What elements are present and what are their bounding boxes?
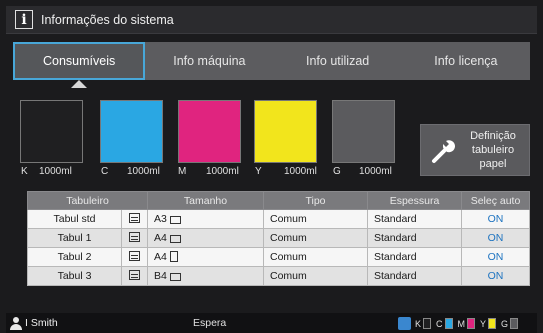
tab-label: Info licença: [434, 54, 498, 68]
auto-select-value: ON: [461, 266, 530, 286]
tray-label-line: Definição: [470, 130, 516, 142]
landscape-icon: [169, 273, 181, 281]
paper-type: Comum: [263, 228, 368, 248]
ink-letter-m: M: [178, 166, 187, 177]
table-header-row: Tabuleiro Tamanho Tipo Espessura Seleç a…: [27, 191, 530, 210]
mini-ink-bar: [488, 317, 497, 329]
auto-select-value: ON: [461, 247, 530, 267]
ink-letter-c: C: [101, 166, 109, 177]
mini-ink-c: C: [436, 317, 453, 329]
landscape-icon: [169, 235, 181, 243]
mini-ink-y: Y: [480, 317, 497, 329]
tab-label: Consumíveis: [43, 54, 116, 68]
paper-stack-icon: [121, 209, 148, 229]
paper-tray-settings-button[interactable]: Definição tabuleiro papel: [420, 124, 530, 176]
mini-ink-m: M: [457, 317, 476, 329]
mini-ink-letter: M: [457, 318, 466, 329]
paper-thickness: Standard: [367, 247, 462, 267]
mini-ink-levels: K C M Y G: [398, 316, 523, 330]
mini-ink-bar: [467, 317, 476, 329]
col-header-thickness: Espessura: [367, 191, 462, 210]
tray-name: Tabul 2: [27, 247, 122, 267]
mini-ink-letter: G: [501, 318, 509, 329]
landscape-icon: [169, 216, 181, 224]
user-name: I Smith: [25, 317, 58, 329]
network-icon: [398, 316, 411, 330]
ink-amount-y: 1000ml: [284, 166, 317, 177]
col-header-auto-select: Seleç auto: [461, 191, 530, 210]
paper-size-label: A4: [154, 232, 167, 244]
status-bar: I Smith Espera K C M Y G: [6, 313, 537, 333]
tab-user-info[interactable]: Info utilizad: [274, 42, 402, 80]
paper-size: A4: [147, 228, 264, 248]
mini-ink-bar: [444, 317, 453, 329]
paper-thickness: Standard: [367, 209, 462, 229]
col-header-tray: Tabuleiro: [27, 191, 148, 210]
ink-amount-c: 1000ml: [127, 166, 160, 177]
title-bar: i Informações do sistema: [6, 6, 537, 34]
ink-amount-g: 1000ml: [359, 166, 392, 177]
ink-swatch-k: [20, 100, 83, 163]
table-row[interactable]: Tabul 2 A4 Comum Standard ON: [27, 247, 530, 267]
tab-bar: Consumíveis Info máquina Info utilizad I…: [13, 42, 530, 88]
portrait-icon: [169, 251, 178, 262]
mini-ink-g: G: [501, 317, 519, 329]
mini-ink-bar: [423, 317, 432, 329]
mini-ink-letter: K: [415, 318, 422, 329]
paper-size: A4: [147, 247, 264, 267]
mini-ink-letter: C: [436, 318, 443, 329]
paper-tray-settings-label: Definição tabuleiro papel: [457, 129, 529, 171]
paper-thickness: Standard: [367, 228, 462, 248]
ink-swatch-g: [332, 100, 395, 163]
info-icon: i: [15, 10, 33, 29]
paper-type: Comum: [263, 209, 368, 229]
paper-stack-icon: [121, 247, 148, 267]
ink-amount-m: 1000ml: [206, 166, 239, 177]
ink-letter-y: Y: [255, 166, 262, 177]
paper-type: Comum: [263, 266, 368, 286]
paper-size-label: B4: [154, 270, 167, 282]
user-icon: [10, 316, 22, 330]
col-header-size: Tamanho: [147, 191, 264, 210]
ink-letter-k: K: [21, 166, 28, 177]
paper-size-label: A3: [154, 213, 167, 225]
paper-size-label: A4: [154, 251, 167, 263]
paper-stack-icon: [121, 228, 148, 248]
tab-license-info[interactable]: Info licença: [402, 42, 530, 80]
paper-size: A3: [147, 209, 264, 229]
tab-label: Info utilizad: [306, 54, 370, 68]
tray-label-line: papel: [479, 158, 507, 170]
auto-select-value: ON: [461, 209, 530, 229]
table-row[interactable]: Tabul 1 A4 Comum Standard ON: [27, 228, 530, 248]
paper-size: B4: [147, 266, 264, 286]
table-row[interactable]: Tabul 3 B4 Comum Standard ON: [27, 266, 530, 286]
paper-stack-icon: [121, 266, 148, 286]
tray-label-line: tabuleiro: [471, 144, 515, 156]
machine-status: Espera: [193, 317, 227, 329]
ink-swatch-m: [178, 100, 241, 163]
tab-label: Info máquina: [173, 54, 246, 68]
paper-tray-table: Tabuleiro Tamanho Tipo Espessura Seleç a…: [27, 191, 530, 286]
auto-select-value: ON: [461, 228, 530, 248]
paper-type: Comum: [263, 247, 368, 267]
tab-machine-info[interactable]: Info máquina: [145, 42, 273, 80]
tray-name: Tabul 1: [27, 228, 122, 248]
mini-ink-letter: Y: [480, 318, 487, 329]
ink-letter-g: G: [333, 166, 341, 177]
tab-consumables[interactable]: Consumíveis: [13, 42, 146, 88]
mini-ink-k: K: [415, 317, 432, 329]
page-title: Informações do sistema: [41, 12, 174, 27]
mini-ink-bar: [510, 317, 519, 329]
wrench-icon: [432, 140, 455, 163]
tray-name: Tabul 3: [27, 266, 122, 286]
ink-amount-k: 1000ml: [39, 166, 72, 177]
tray-name: Tabul std: [27, 209, 122, 229]
paper-thickness: Standard: [367, 266, 462, 286]
ink-swatch-c: [100, 100, 163, 163]
ink-swatch-y: [254, 100, 317, 163]
col-header-type: Tipo: [263, 191, 368, 210]
table-row[interactable]: Tabul std A3 Comum Standard ON: [27, 209, 530, 229]
